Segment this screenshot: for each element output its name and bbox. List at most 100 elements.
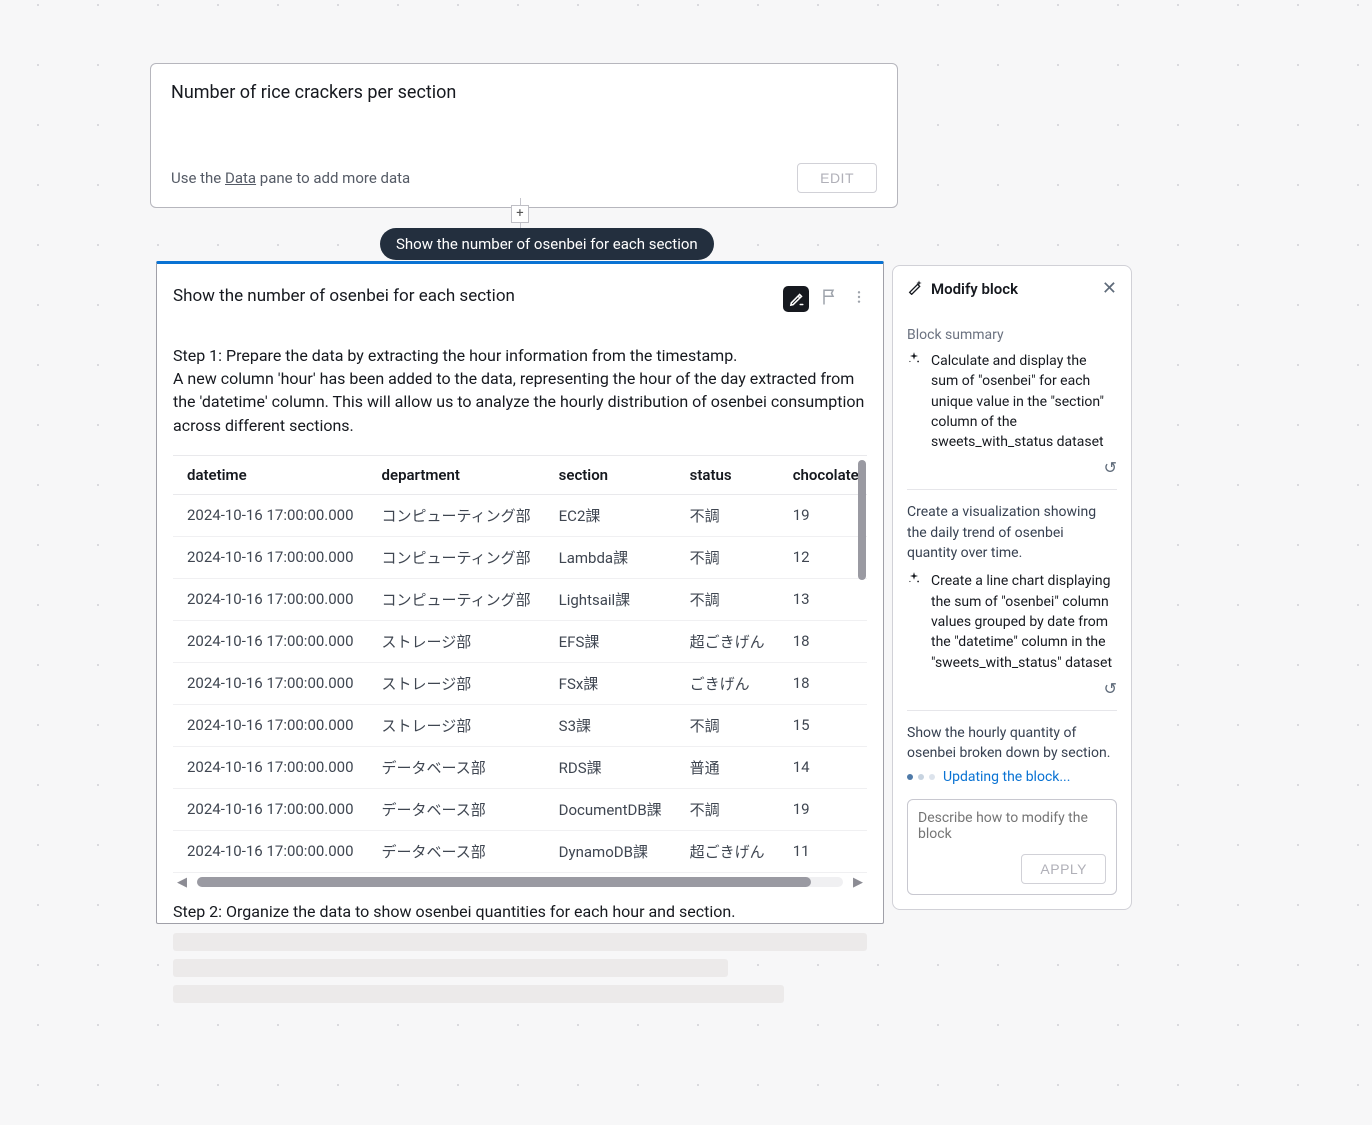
undo-icon[interactable]: ↺ bbox=[1104, 458, 1117, 477]
cell: Lightsail課 bbox=[545, 578, 676, 620]
hscroll-thumb[interactable] bbox=[197, 877, 811, 887]
block-title: Show the number of osenbei for each sect… bbox=[173, 286, 515, 306]
cell: DynamoDB課 bbox=[545, 830, 676, 872]
cell: コンピューティング部 bbox=[368, 494, 545, 536]
vertical-scrollbar[interactable] bbox=[858, 460, 866, 580]
cell: DocumentDB課 bbox=[545, 788, 676, 830]
cell: 11 bbox=[779, 830, 867, 872]
column-header[interactable]: datetime bbox=[173, 456, 368, 495]
hint-prefix: Use the bbox=[171, 169, 225, 187]
cell: S3課 bbox=[545, 704, 676, 746]
cell: EC2課 bbox=[545, 494, 676, 536]
cell: 14 bbox=[779, 746, 867, 788]
cell: 普通 bbox=[676, 746, 779, 788]
cell: 2024-10-16 17:00:00.000 bbox=[173, 578, 368, 620]
edit-block-icon[interactable] bbox=[783, 286, 809, 312]
cell: EFS課 bbox=[545, 620, 676, 662]
close-icon[interactable]: ✕ bbox=[1102, 278, 1117, 299]
cell: 2024-10-16 17:00:00.000 bbox=[173, 830, 368, 872]
table-row[interactable]: 2024-10-16 17:00:00.000コンピューティング部Lambda課… bbox=[173, 536, 867, 578]
cell: 不調 bbox=[676, 704, 779, 746]
hscroll-left-icon[interactable]: ◀ bbox=[173, 875, 191, 890]
edit-button[interactable]: EDIT bbox=[797, 163, 877, 193]
cell: 13 bbox=[779, 578, 867, 620]
skeleton-line bbox=[173, 959, 728, 977]
data-link[interactable]: Data bbox=[225, 169, 256, 187]
history-text: Create a visualization showing the daily… bbox=[907, 502, 1117, 563]
cell: 19 bbox=[779, 788, 867, 830]
cell: 2024-10-16 17:00:00.000 bbox=[173, 746, 368, 788]
divider bbox=[907, 489, 1117, 490]
cell: コンピューティング部 bbox=[368, 536, 545, 578]
cell: RDS課 bbox=[545, 746, 676, 788]
step1-text: Step 1: Prepare the data by extracting t… bbox=[173, 344, 867, 437]
table-row[interactable]: 2024-10-16 17:00:00.000データベース部DynamoDB課超… bbox=[173, 830, 867, 872]
cell: ストレージ部 bbox=[368, 704, 545, 746]
updating-status: Updating the block... bbox=[943, 769, 1070, 785]
step1-body: A new column 'hour' has been added to th… bbox=[173, 367, 867, 437]
cell: 19 bbox=[779, 494, 867, 536]
undo-icon[interactable]: ↺ bbox=[1104, 679, 1117, 698]
cell: 12 bbox=[779, 536, 867, 578]
skeleton-line bbox=[173, 985, 784, 1003]
sparkle-icon bbox=[907, 571, 923, 672]
current-request-text: Show the hourly quantity of osenbei brok… bbox=[907, 723, 1117, 764]
cell: 15 bbox=[779, 704, 867, 746]
history-detail: Create a line chart displaying the sum o… bbox=[931, 571, 1117, 672]
cell: データベース部 bbox=[368, 746, 545, 788]
table-row[interactable]: 2024-10-16 17:00:00.000コンピューティング部EC2課不調1… bbox=[173, 494, 867, 536]
column-header[interactable]: section bbox=[545, 456, 676, 495]
add-block-button[interactable]: + bbox=[511, 205, 529, 223]
apply-button[interactable]: APPLY bbox=[1021, 854, 1106, 884]
block-tooltip: Show the number of osenbei for each sect… bbox=[380, 228, 714, 260]
table-row[interactable]: 2024-10-16 17:00:00.000ストレージ部FSx課ごきげん18 bbox=[173, 662, 867, 704]
cell: 不調 bbox=[676, 578, 779, 620]
step2-text: Step 2: Organize the data to show osenbe… bbox=[173, 902, 867, 921]
column-header[interactable]: chocolate bbox=[779, 456, 867, 495]
cell: ストレージ部 bbox=[368, 620, 545, 662]
cell: 18 bbox=[779, 620, 867, 662]
step1-heading: Step 1: Prepare the data by extracting t… bbox=[173, 344, 867, 367]
column-header[interactable]: department bbox=[368, 456, 545, 495]
block-summary-label: Block summary bbox=[907, 327, 1117, 343]
table-row[interactable]: 2024-10-16 17:00:00.000データベース部DocumentDB… bbox=[173, 788, 867, 830]
horizontal-scrollbar[interactable] bbox=[197, 877, 843, 887]
cell: 2024-10-16 17:00:00.000 bbox=[173, 704, 368, 746]
hscroll-right-icon[interactable]: ▶ bbox=[849, 875, 867, 890]
modify-textarea[interactable] bbox=[918, 810, 1106, 850]
cell: 2024-10-16 17:00:00.000 bbox=[173, 620, 368, 662]
cell: データベース部 bbox=[368, 830, 545, 872]
table-row[interactable]: 2024-10-16 17:00:00.000コンピューティング部Lightsa… bbox=[173, 578, 867, 620]
data-table-wrap: datetimedepartmentsectionstatuschocolate… bbox=[173, 455, 867, 873]
sparkle-icon bbox=[907, 351, 923, 452]
question-title: Number of rice crackers per section bbox=[171, 82, 877, 103]
column-header[interactable]: status bbox=[676, 456, 779, 495]
table-row[interactable]: 2024-10-16 17:00:00.000データベース部RDS課普通14 bbox=[173, 746, 867, 788]
loading-skeleton bbox=[173, 933, 867, 1003]
wand-icon bbox=[907, 279, 923, 299]
loading-dots-icon bbox=[907, 774, 935, 780]
table-row[interactable]: 2024-10-16 17:00:00.000ストレージ部S3課不調15 bbox=[173, 704, 867, 746]
cell: 不調 bbox=[676, 494, 779, 536]
cell: 超ごきげん bbox=[676, 620, 779, 662]
cell: 不調 bbox=[676, 788, 779, 830]
cell: 18 bbox=[779, 662, 867, 704]
more-menu-icon[interactable] bbox=[851, 289, 867, 309]
cell: FSx課 bbox=[545, 662, 676, 704]
cell: 2024-10-16 17:00:00.000 bbox=[173, 662, 368, 704]
summary-text: Calculate and display the sum of "osenbe… bbox=[931, 351, 1117, 452]
hint-suffix: pane to add more data bbox=[256, 169, 410, 187]
table-row[interactable]: 2024-10-16 17:00:00.000ストレージ部EFS課超ごきげん18 bbox=[173, 620, 867, 662]
cell: データベース部 bbox=[368, 788, 545, 830]
modify-block-panel: Modify block ✕ Block summary Calculate a… bbox=[892, 265, 1132, 910]
data-table: datetimedepartmentsectionstatuschocolate… bbox=[173, 456, 867, 873]
divider bbox=[907, 710, 1117, 711]
cell: コンピューティング部 bbox=[368, 578, 545, 620]
cell: 2024-10-16 17:00:00.000 bbox=[173, 788, 368, 830]
cell: 2024-10-16 17:00:00.000 bbox=[173, 494, 368, 536]
flag-icon[interactable] bbox=[821, 288, 839, 310]
cell: 不調 bbox=[676, 536, 779, 578]
modify-input-box: APPLY bbox=[907, 799, 1117, 895]
data-hint: Use the Data pane to add more data bbox=[171, 169, 410, 187]
cell: Lambda課 bbox=[545, 536, 676, 578]
